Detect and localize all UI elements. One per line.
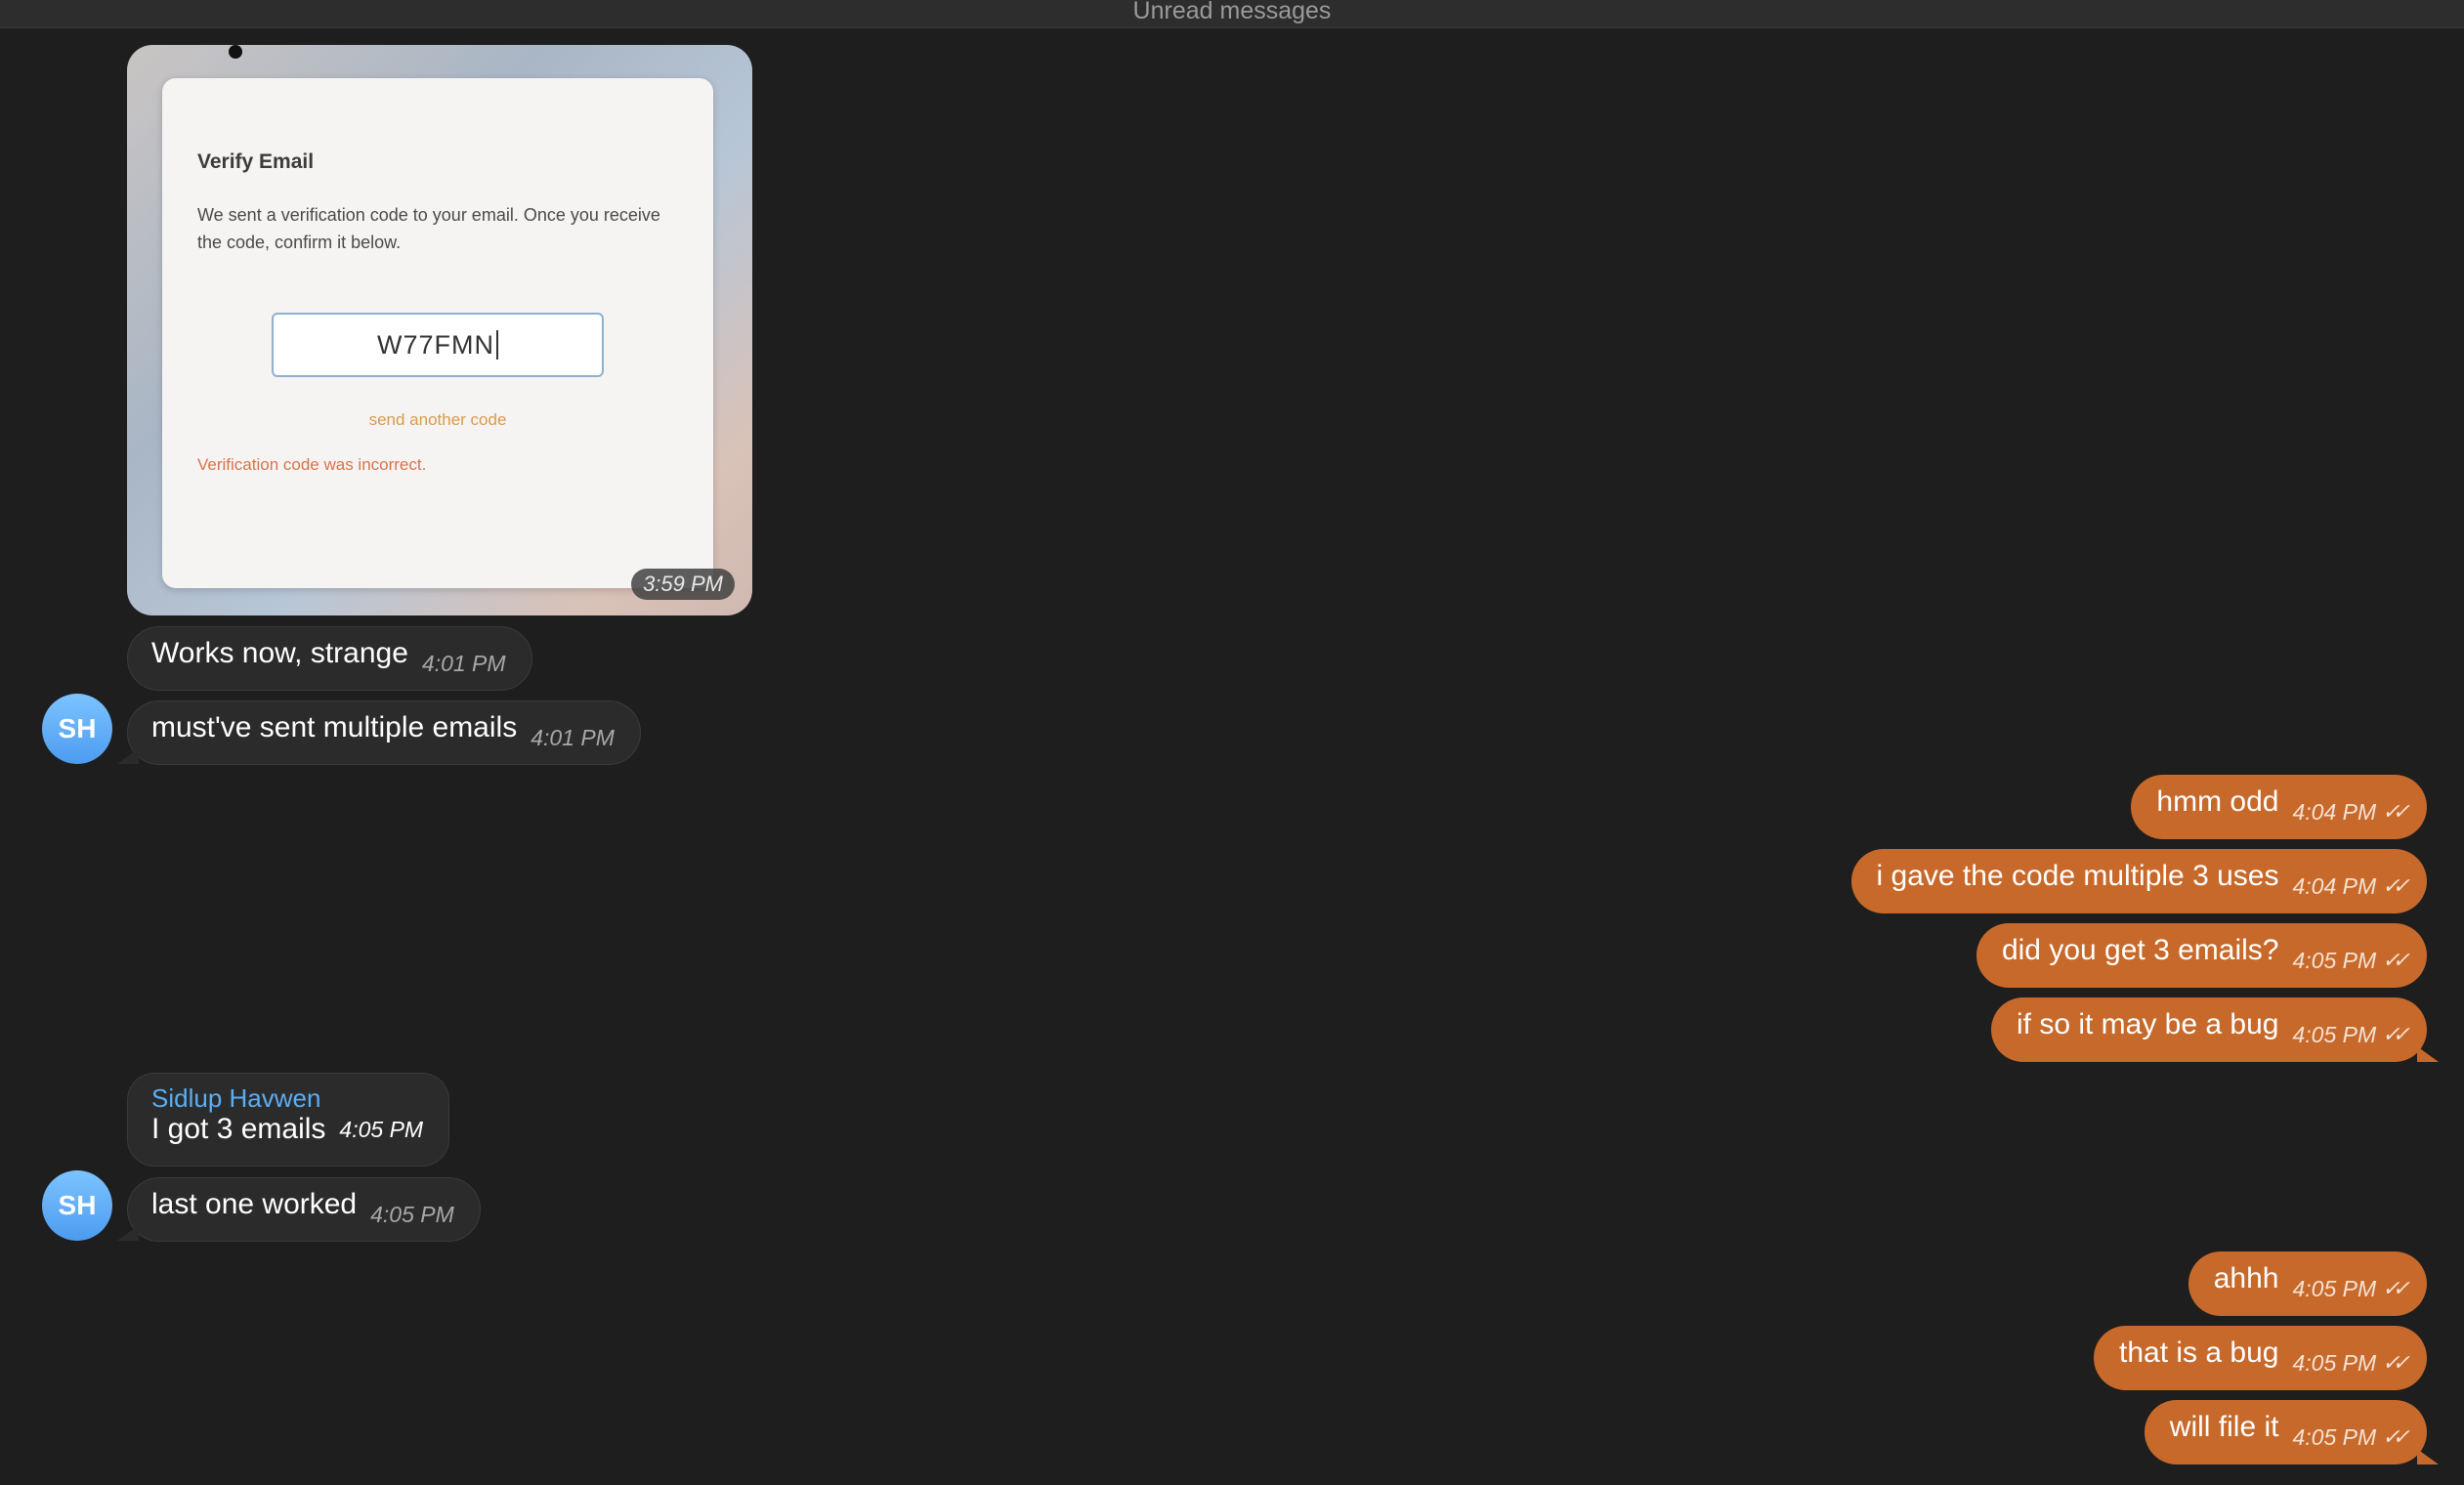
bubble-tail: [117, 748, 139, 764]
double-check-icon: ✓✓: [2382, 1350, 2410, 1375]
message-time: 4:04 PM: [2292, 798, 2377, 825]
text-caret: [496, 330, 498, 360]
message-time: 4:05 PM: [2292, 1423, 2377, 1450]
double-check-icon: ✓✓: [2382, 873, 2410, 898]
outgoing-message[interactable]: will file it 4:05 PM ✓✓: [2144, 1400, 2427, 1464]
double-check-icon: ✓✓: [2382, 1022, 2410, 1046]
message-time: 4:04 PM: [2292, 872, 2377, 899]
code-value: W77FMN: [377, 329, 494, 360]
message-time: 4:05 PM: [339, 1117, 424, 1142]
message-time: 4:05 PM: [2292, 1021, 2377, 1047]
outgoing-message[interactable]: if so it may be a bug 4:05 PM ✓✓: [1990, 997, 2427, 1062]
double-check-icon: ✓✓: [2382, 948, 2410, 972]
message-text: I got 3 emails: [151, 1113, 326, 1145]
message-text: that is a bug: [2119, 1336, 2279, 1369]
avatar[interactable]: SH: [42, 1170, 112, 1241]
bubble-tail: [2417, 1046, 2439, 1062]
unread-messages-divider: Unread messages: [0, 0, 2464, 28]
message-text: if so it may be a bug: [2016, 1008, 2279, 1040]
outgoing-message[interactable]: that is a bug 4:05 PM ✓✓: [2094, 1326, 2427, 1390]
card-body: We sent a verification code to your emai…: [197, 205, 660, 252]
card-title: Verify Email: [197, 150, 315, 173]
image-message[interactable]: Verify Email We sent a verification code…: [127, 45, 752, 615]
bubble-tail: [117, 1225, 139, 1241]
message-time: 4:01 PM: [531, 724, 615, 750]
message-text: Works now, strange: [151, 637, 408, 669]
message-text: hmm odd: [2156, 785, 2279, 818]
cursor-dot: [229, 45, 242, 59]
message-time: 4:05 PM: [2292, 1349, 2377, 1376]
incoming-message-with-sender[interactable]: Sidlup Havwen I got 3 emails 4:05 PM: [127, 1073, 450, 1167]
incoming-message[interactable]: must've sent multiple emails 4:01 PM: [127, 700, 641, 765]
message-text: must've sent multiple emails: [151, 711, 518, 743]
bubble-tail: [2417, 1449, 2439, 1464]
message-time: 4:05 PM: [2292, 947, 2377, 973]
code-input: W77FMN: [272, 313, 604, 377]
verify-email-card: Verify Email We sent a verification code…: [162, 78, 713, 588]
error-message: Verification code was incorrect.: [197, 455, 427, 474]
incoming-message[interactable]: Works now, strange 4:01 PM: [127, 626, 532, 691]
double-check-icon: ✓✓: [2382, 799, 2410, 824]
outgoing-message[interactable]: ahhh 4:05 PM ✓✓: [2188, 1252, 2427, 1316]
double-check-icon: ✓✓: [2382, 1276, 2410, 1300]
incoming-message[interactable]: last one worked 4:05 PM: [127, 1177, 481, 1242]
message-text: will file it: [2169, 1411, 2279, 1443]
send-another-code-link: send another code: [368, 410, 507, 429]
message-text: i gave the code multiple 3 uses: [1876, 860, 2279, 892]
message-time: 4:05 PM: [370, 1201, 454, 1227]
message-text: ahhh: [2213, 1262, 2279, 1294]
outgoing-message[interactable]: hmm odd 4:04 PM ✓✓: [2131, 775, 2427, 839]
avatar[interactable]: SH: [42, 694, 112, 764]
outgoing-message[interactable]: did you get 3 emails? 4:05 PM ✓✓: [1975, 923, 2427, 988]
message-time: 4:05 PM: [2292, 1275, 2377, 1301]
double-check-icon: ✓✓: [2382, 1424, 2410, 1449]
outgoing-message[interactable]: i gave the code multiple 3 uses 4:04 PM …: [1850, 849, 2427, 913]
message-time: 4:01 PM: [421, 650, 506, 676]
image-timestamp: 3:59 PM: [631, 569, 735, 600]
message-text: did you get 3 emails?: [2001, 934, 2279, 966]
unread-messages-label: Unread messages: [1132, 0, 1332, 24]
message-text: last one worked: [151, 1188, 358, 1220]
sender-name[interactable]: Sidlup Havwen: [151, 1083, 423, 1113]
